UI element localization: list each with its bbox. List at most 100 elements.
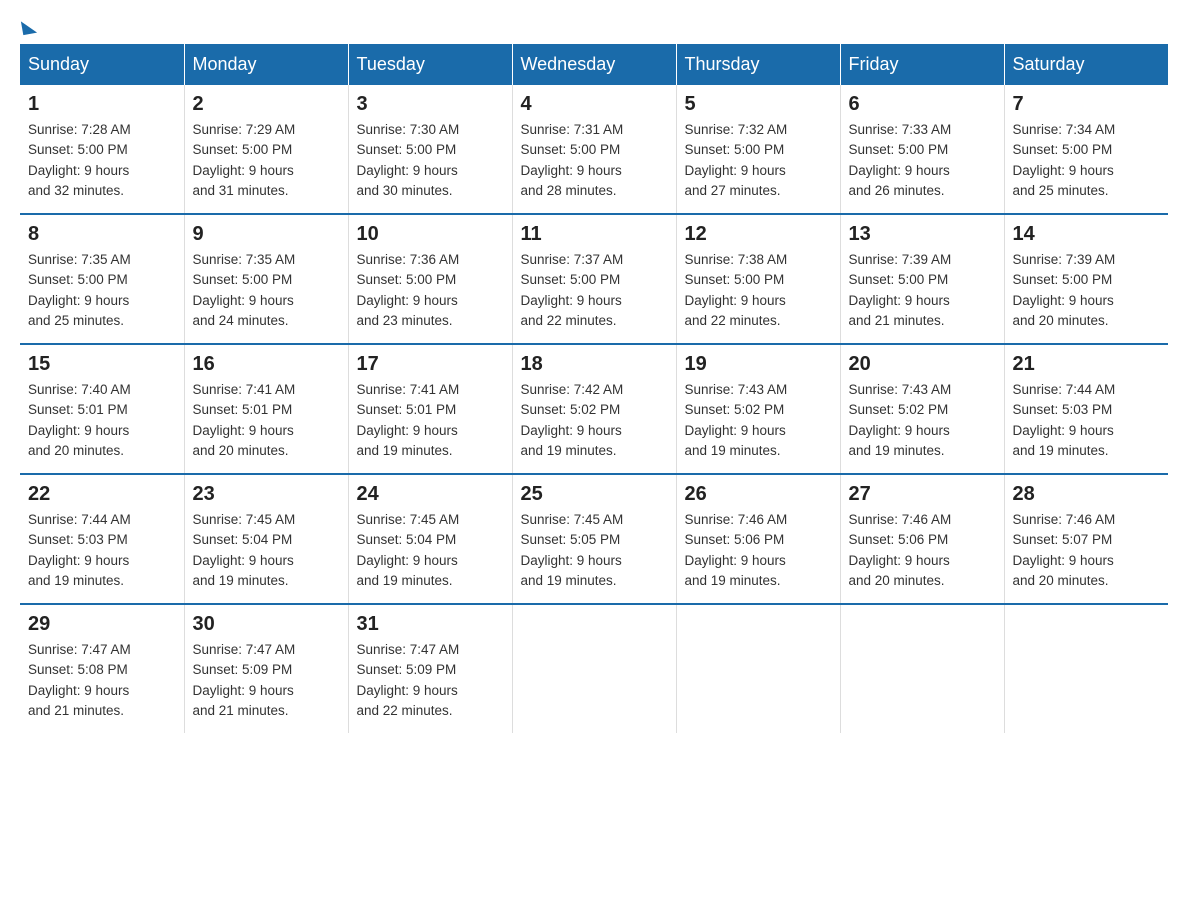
calendar-cell: 21 Sunrise: 7:44 AM Sunset: 5:03 PM Dayl… bbox=[1004, 344, 1168, 474]
calendar-cell: 20 Sunrise: 7:43 AM Sunset: 5:02 PM Dayl… bbox=[840, 344, 1004, 474]
day-info: Sunrise: 7:41 AM Sunset: 5:01 PM Dayligh… bbox=[193, 380, 340, 461]
day-number: 23 bbox=[193, 483, 340, 506]
calendar-cell: 17 Sunrise: 7:41 AM Sunset: 5:01 PM Dayl… bbox=[348, 344, 512, 474]
day-number: 8 bbox=[28, 223, 176, 246]
day-number: 16 bbox=[193, 353, 340, 376]
day-number: 18 bbox=[521, 353, 668, 376]
calendar-week-row: 15 Sunrise: 7:40 AM Sunset: 5:01 PM Dayl… bbox=[20, 344, 1168, 474]
day-info: Sunrise: 7:32 AM Sunset: 5:00 PM Dayligh… bbox=[685, 120, 832, 201]
day-info: Sunrise: 7:45 AM Sunset: 5:04 PM Dayligh… bbox=[193, 510, 340, 591]
day-info: Sunrise: 7:34 AM Sunset: 5:00 PM Dayligh… bbox=[1013, 120, 1161, 201]
day-number: 2 bbox=[193, 93, 340, 116]
calendar-table: SundayMondayTuesdayWednesdayThursdayFrid… bbox=[20, 44, 1168, 733]
day-number: 1 bbox=[28, 93, 176, 116]
calendar-cell: 25 Sunrise: 7:45 AM Sunset: 5:05 PM Dayl… bbox=[512, 474, 676, 604]
day-info: Sunrise: 7:38 AM Sunset: 5:00 PM Dayligh… bbox=[685, 250, 832, 331]
day-info: Sunrise: 7:30 AM Sunset: 5:00 PM Dayligh… bbox=[357, 120, 504, 201]
logo-arrow-icon bbox=[21, 19, 37, 35]
day-number: 22 bbox=[28, 483, 176, 506]
calendar-cell: 13 Sunrise: 7:39 AM Sunset: 5:00 PM Dayl… bbox=[840, 214, 1004, 344]
day-info: Sunrise: 7:33 AM Sunset: 5:00 PM Dayligh… bbox=[849, 120, 996, 201]
day-number: 19 bbox=[685, 353, 832, 376]
day-number: 28 bbox=[1013, 483, 1161, 506]
day-info: Sunrise: 7:41 AM Sunset: 5:01 PM Dayligh… bbox=[357, 380, 504, 461]
calendar-cell: 14 Sunrise: 7:39 AM Sunset: 5:00 PM Dayl… bbox=[1004, 214, 1168, 344]
calendar-cell bbox=[512, 604, 676, 733]
calendar-cell: 30 Sunrise: 7:47 AM Sunset: 5:09 PM Dayl… bbox=[184, 604, 348, 733]
calendar-cell: 28 Sunrise: 7:46 AM Sunset: 5:07 PM Dayl… bbox=[1004, 474, 1168, 604]
header-sunday: Sunday bbox=[20, 44, 184, 85]
day-info: Sunrise: 7:44 AM Sunset: 5:03 PM Dayligh… bbox=[28, 510, 176, 591]
day-number: 25 bbox=[521, 483, 668, 506]
calendar-cell: 24 Sunrise: 7:45 AM Sunset: 5:04 PM Dayl… bbox=[348, 474, 512, 604]
day-number: 24 bbox=[357, 483, 504, 506]
day-number: 9 bbox=[193, 223, 340, 246]
day-number: 29 bbox=[28, 613, 176, 636]
day-number: 30 bbox=[193, 613, 340, 636]
calendar-cell: 27 Sunrise: 7:46 AM Sunset: 5:06 PM Dayl… bbox=[840, 474, 1004, 604]
calendar-cell: 1 Sunrise: 7:28 AM Sunset: 5:00 PM Dayli… bbox=[20, 85, 184, 214]
day-info: Sunrise: 7:44 AM Sunset: 5:03 PM Dayligh… bbox=[1013, 380, 1161, 461]
day-number: 20 bbox=[849, 353, 996, 376]
day-info: Sunrise: 7:47 AM Sunset: 5:09 PM Dayligh… bbox=[357, 640, 504, 721]
day-number: 11 bbox=[521, 223, 668, 246]
header-friday: Friday bbox=[840, 44, 1004, 85]
day-info: Sunrise: 7:42 AM Sunset: 5:02 PM Dayligh… bbox=[521, 380, 668, 461]
day-number: 15 bbox=[28, 353, 176, 376]
day-info: Sunrise: 7:31 AM Sunset: 5:00 PM Dayligh… bbox=[521, 120, 668, 201]
day-number: 3 bbox=[357, 93, 504, 116]
day-number: 26 bbox=[685, 483, 832, 506]
calendar-cell: 4 Sunrise: 7:31 AM Sunset: 5:00 PM Dayli… bbox=[512, 85, 676, 214]
day-number: 31 bbox=[357, 613, 504, 636]
day-info: Sunrise: 7:28 AM Sunset: 5:00 PM Dayligh… bbox=[28, 120, 176, 201]
calendar-cell: 9 Sunrise: 7:35 AM Sunset: 5:00 PM Dayli… bbox=[184, 214, 348, 344]
calendar-cell: 29 Sunrise: 7:47 AM Sunset: 5:08 PM Dayl… bbox=[20, 604, 184, 733]
day-info: Sunrise: 7:36 AM Sunset: 5:00 PM Dayligh… bbox=[357, 250, 504, 331]
day-number: 27 bbox=[849, 483, 996, 506]
day-info: Sunrise: 7:39 AM Sunset: 5:00 PM Dayligh… bbox=[1013, 250, 1161, 331]
day-info: Sunrise: 7:45 AM Sunset: 5:04 PM Dayligh… bbox=[357, 510, 504, 591]
calendar-cell: 5 Sunrise: 7:32 AM Sunset: 5:00 PM Dayli… bbox=[676, 85, 840, 214]
header-monday: Monday bbox=[184, 44, 348, 85]
day-info: Sunrise: 7:43 AM Sunset: 5:02 PM Dayligh… bbox=[685, 380, 832, 461]
day-info: Sunrise: 7:43 AM Sunset: 5:02 PM Dayligh… bbox=[849, 380, 996, 461]
calendar-cell: 2 Sunrise: 7:29 AM Sunset: 5:00 PM Dayli… bbox=[184, 85, 348, 214]
day-info: Sunrise: 7:35 AM Sunset: 5:00 PM Dayligh… bbox=[28, 250, 176, 331]
day-number: 6 bbox=[849, 93, 996, 116]
calendar-cell: 16 Sunrise: 7:41 AM Sunset: 5:01 PM Dayl… bbox=[184, 344, 348, 474]
calendar-cell: 31 Sunrise: 7:47 AM Sunset: 5:09 PM Dayl… bbox=[348, 604, 512, 733]
calendar-cell: 22 Sunrise: 7:44 AM Sunset: 5:03 PM Dayl… bbox=[20, 474, 184, 604]
header-tuesday: Tuesday bbox=[348, 44, 512, 85]
day-number: 21 bbox=[1013, 353, 1161, 376]
calendar-cell: 11 Sunrise: 7:37 AM Sunset: 5:00 PM Dayl… bbox=[512, 214, 676, 344]
header-wednesday: Wednesday bbox=[512, 44, 676, 85]
day-number: 13 bbox=[849, 223, 996, 246]
day-info: Sunrise: 7:35 AM Sunset: 5:00 PM Dayligh… bbox=[193, 250, 340, 331]
calendar-cell: 18 Sunrise: 7:42 AM Sunset: 5:02 PM Dayl… bbox=[512, 344, 676, 474]
day-info: Sunrise: 7:46 AM Sunset: 5:06 PM Dayligh… bbox=[685, 510, 832, 591]
calendar-cell: 15 Sunrise: 7:40 AM Sunset: 5:01 PM Dayl… bbox=[20, 344, 184, 474]
calendar-cell: 3 Sunrise: 7:30 AM Sunset: 5:00 PM Dayli… bbox=[348, 85, 512, 214]
day-info: Sunrise: 7:46 AM Sunset: 5:07 PM Dayligh… bbox=[1013, 510, 1161, 591]
day-info: Sunrise: 7:39 AM Sunset: 5:00 PM Dayligh… bbox=[849, 250, 996, 331]
day-info: Sunrise: 7:40 AM Sunset: 5:01 PM Dayligh… bbox=[28, 380, 176, 461]
day-info: Sunrise: 7:45 AM Sunset: 5:05 PM Dayligh… bbox=[521, 510, 668, 591]
calendar-week-row: 1 Sunrise: 7:28 AM Sunset: 5:00 PM Dayli… bbox=[20, 85, 1168, 214]
day-number: 17 bbox=[357, 353, 504, 376]
page-header bbox=[20, 20, 1168, 24]
calendar-cell: 26 Sunrise: 7:46 AM Sunset: 5:06 PM Dayl… bbox=[676, 474, 840, 604]
day-number: 12 bbox=[685, 223, 832, 246]
calendar-header-row: SundayMondayTuesdayWednesdayThursdayFrid… bbox=[20, 44, 1168, 85]
logo bbox=[20, 20, 38, 24]
day-number: 4 bbox=[521, 93, 668, 116]
calendar-cell: 7 Sunrise: 7:34 AM Sunset: 5:00 PM Dayli… bbox=[1004, 85, 1168, 214]
day-info: Sunrise: 7:47 AM Sunset: 5:08 PM Dayligh… bbox=[28, 640, 176, 721]
day-info: Sunrise: 7:46 AM Sunset: 5:06 PM Dayligh… bbox=[849, 510, 996, 591]
calendar-cell bbox=[1004, 604, 1168, 733]
day-number: 5 bbox=[685, 93, 832, 116]
calendar-cell: 19 Sunrise: 7:43 AM Sunset: 5:02 PM Dayl… bbox=[676, 344, 840, 474]
calendar-cell: 6 Sunrise: 7:33 AM Sunset: 5:00 PM Dayli… bbox=[840, 85, 1004, 214]
calendar-week-row: 29 Sunrise: 7:47 AM Sunset: 5:08 PM Dayl… bbox=[20, 604, 1168, 733]
calendar-week-row: 8 Sunrise: 7:35 AM Sunset: 5:00 PM Dayli… bbox=[20, 214, 1168, 344]
day-info: Sunrise: 7:47 AM Sunset: 5:09 PM Dayligh… bbox=[193, 640, 340, 721]
